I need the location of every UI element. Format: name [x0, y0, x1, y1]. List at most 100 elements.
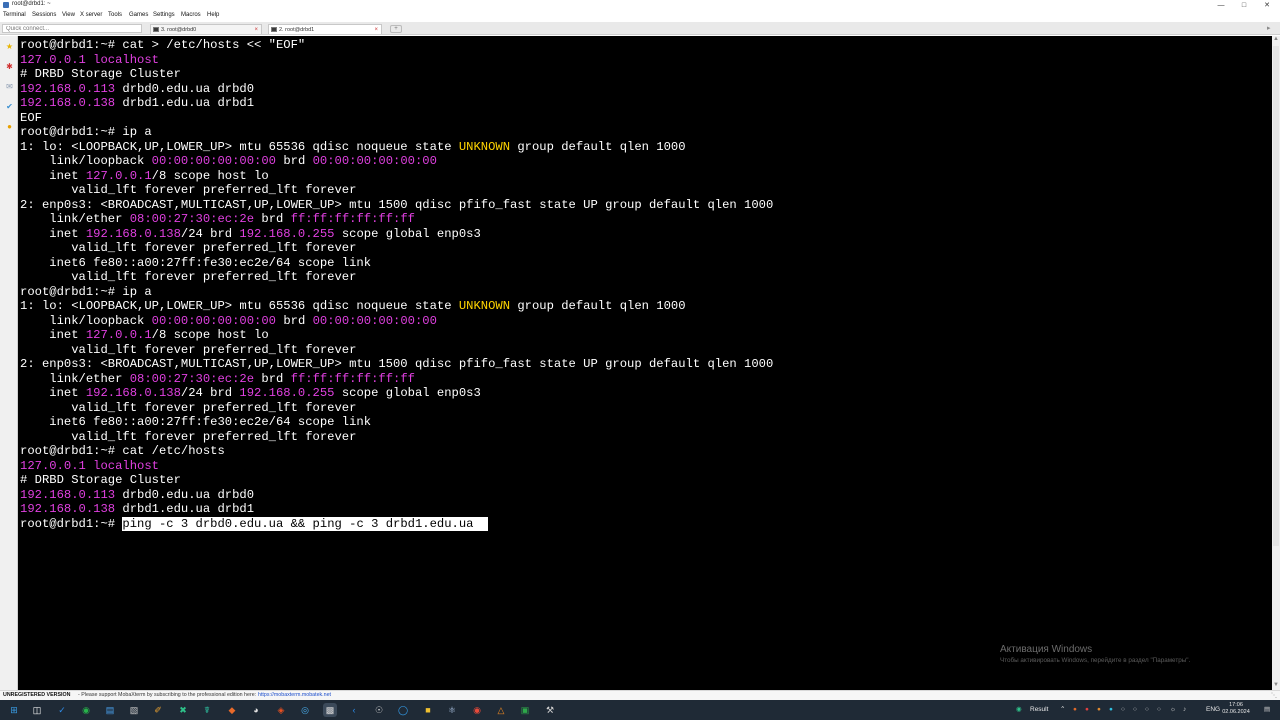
tab-session-drbd0[interactable]: 3. root@drbd0 ×	[150, 24, 262, 34]
tray-icon-2[interactable]: ●	[1085, 703, 1089, 717]
tray-icon-8[interactable]: ○	[1157, 703, 1161, 717]
terminal-text: 192.168.0.138	[20, 502, 116, 516]
result-tray-icon[interactable]: ◉	[1016, 703, 1022, 717]
tools-icon[interactable]: ✱	[5, 62, 14, 71]
clock[interactable]: 17:06 02.06.2024	[1218, 702, 1254, 716]
app-icon-15[interactable]: ⚒	[543, 703, 557, 717]
session-icon[interactable]: ●	[5, 122, 14, 131]
edge-icon[interactable]: ◯	[396, 703, 410, 717]
terminal-text: 127.0.0.1	[20, 458, 86, 473]
terminal-text: 00:00:00:00:00:00	[312, 313, 437, 328]
menu-settings[interactable]: Settings	[153, 12, 175, 18]
terminal-icon	[153, 27, 159, 32]
app-icon-9[interactable]: ◕	[249, 703, 263, 717]
close-tab-icon[interactable]: ×	[254, 25, 258, 35]
app-icon-13[interactable]: ⚛	[445, 703, 459, 717]
new-tab-button[interactable]: +	[390, 25, 402, 33]
macro-icon[interactable]: ✉	[5, 82, 14, 91]
mobaxterm-icon	[3, 2, 9, 8]
app-icon-1[interactable]: ✓	[55, 703, 69, 717]
app-icon-7[interactable]: ☤	[200, 703, 214, 717]
task-view-icon[interactable]: ◫	[30, 703, 44, 717]
terminal-text: 00:00:00:00:00:00	[151, 154, 276, 168]
folder-icon[interactable]: ■	[421, 703, 435, 717]
menu-help[interactable]: Help	[207, 12, 219, 18]
terminal-text: 192.168.0.113	[20, 81, 116, 96]
chrome-icon[interactable]: ◉	[470, 703, 484, 717]
app-icon-2[interactable]: ◉	[79, 703, 93, 717]
terminal-line: inet6 fe80::a00:27ff:fe30:ec2e/64 scope …	[20, 415, 371, 430]
terminal-text: inet	[20, 386, 86, 400]
app-icon-11[interactable]: ◎	[298, 703, 312, 717]
scroll-thumb[interactable]	[1273, 46, 1279, 546]
menu-games[interactable]: Games	[129, 12, 148, 18]
app-icon-4[interactable]: ▧	[127, 703, 141, 717]
scroll-down-icon[interactable]: ▼	[1272, 682, 1280, 690]
terminal-text: inet	[20, 226, 86, 241]
app-icon-12[interactable]: ☉	[372, 703, 386, 717]
resize-grip-icon[interactable]: ⋱	[1271, 692, 1277, 699]
terminal-text: 1: lo: <LOOPBACK,UP,LOWER_UP> mtu 65536 …	[20, 299, 459, 313]
close-button[interactable]: ✕	[1256, 0, 1278, 11]
selected-command-text: ping -c 3 drbd0.edu.ua && ping -c 3 drbd…	[122, 516, 489, 531]
tray-icon-5[interactable]: ○	[1121, 703, 1125, 717]
terminal-text: valid_lft forever preferred_lft forever	[20, 342, 357, 357]
terminal-text: drbd1.edu.ua drbd1	[115, 502, 255, 516]
tray-icon-6[interactable]: ○	[1133, 703, 1137, 717]
vlc-icon[interactable]: △	[494, 703, 508, 717]
terminal-text: root@drbd1:~#	[20, 516, 123, 531]
tray-icon-3[interactable]: ●	[1097, 703, 1101, 717]
scroll-up-icon[interactable]: ▲	[1272, 36, 1280, 44]
mobaxterm-taskbar-icon[interactable]: ▩	[323, 703, 337, 717]
notification-icon[interactable]: ▤	[1264, 703, 1270, 717]
menu-view[interactable]: View	[62, 12, 75, 18]
tab-session-drbd1[interactable]: 2. root@drbd1 ×	[268, 24, 382, 34]
terminal-line: 127.0.0.1 localhost	[20, 53, 159, 68]
terminal-line: 1: lo: <LOOPBACK,UP,LOWER_UP> mtu 65536 …	[20, 299, 686, 314]
terminal-text: inet6 fe80::a00:27ff:fe30:ec2e/64 scope …	[20, 255, 372, 270]
minimize-button[interactable]: —	[1210, 0, 1232, 11]
tab-scroll-icon[interactable]: ▸	[1267, 24, 1275, 32]
app-icon-5[interactable]: ✐	[151, 703, 165, 717]
terminal-line: valid_lft forever preferred_lft forever	[20, 241, 356, 256]
menu-sessions[interactable]: Sessions	[32, 12, 56, 18]
terminal-text: drbd0.edu.ua drbd0	[115, 81, 255, 96]
app-icon-6[interactable]: ✖	[176, 703, 190, 717]
close-tab-icon[interactable]: ×	[374, 25, 378, 35]
terminal-text: brd	[276, 154, 313, 168]
volume-icon[interactable]: ♪	[1183, 703, 1186, 717]
tray-icon-1[interactable]: ●	[1073, 703, 1077, 717]
menu-x-server[interactable]: X server	[80, 12, 102, 18]
network-icon[interactable]: ☼	[1170, 703, 1176, 717]
sftp-icon[interactable]: ✔	[5, 102, 14, 111]
menu-tools[interactable]: Tools	[108, 12, 122, 18]
terminal-scrollbar[interactable]: ▲ ▼	[1272, 36, 1280, 690]
terminal-text: root@drbd1:~# ip a	[20, 125, 152, 139]
app-icon-3[interactable]: ▤	[103, 703, 117, 717]
tray-icon-4[interactable]: ●	[1109, 703, 1113, 717]
menu-macros[interactable]: Macros	[181, 12, 201, 18]
tray-icon-7[interactable]: ○	[1145, 703, 1149, 717]
app-icon-8[interactable]: ◆	[225, 703, 239, 717]
app-icon-14[interactable]: ▣	[518, 703, 532, 717]
app-icon-10[interactable]: ◈	[274, 703, 288, 717]
terminal-text: 08:00:27:30:ec:2e	[129, 212, 255, 226]
terminal-text: valid_lft forever preferred_lft forever	[20, 241, 357, 255]
subscribe-link[interactable]: https://mobaxterm.mobatek.net	[258, 692, 331, 698]
terminal-text: /24 brd	[180, 386, 240, 400]
terminal-view[interactable]: root@drbd1:~# cat > /etc/hosts << "EOF" 1…	[18, 36, 1272, 690]
quick-connect-input[interactable]	[2, 24, 142, 33]
left-sidebar: ★ ✱ ✉ ✔ ●	[0, 36, 18, 690]
vscode-icon[interactable]: ‹	[347, 703, 361, 717]
start-icon[interactable]: ⊞	[7, 703, 21, 717]
menu-terminal[interactable]: Terminal	[3, 12, 26, 18]
terminal-text: 08:00:27:30:ec:2e	[129, 371, 255, 386]
star-icon[interactable]: ★	[5, 42, 14, 51]
terminal-line: 192.168.0.138 drbd1.edu.ua drbd1	[20, 96, 254, 111]
tray-result-label[interactable]: Result	[1030, 703, 1048, 717]
terminal-text: drbd0.edu.ua drbd0	[115, 487, 255, 502]
terminal-text: scope global enp0s3	[334, 226, 481, 241]
maximize-button[interactable]: □	[1233, 0, 1255, 11]
terminal-text: ff:ff:ff:ff:ff:ff	[290, 371, 415, 386]
tray-overflow-icon[interactable]: ⌃	[1060, 703, 1065, 717]
